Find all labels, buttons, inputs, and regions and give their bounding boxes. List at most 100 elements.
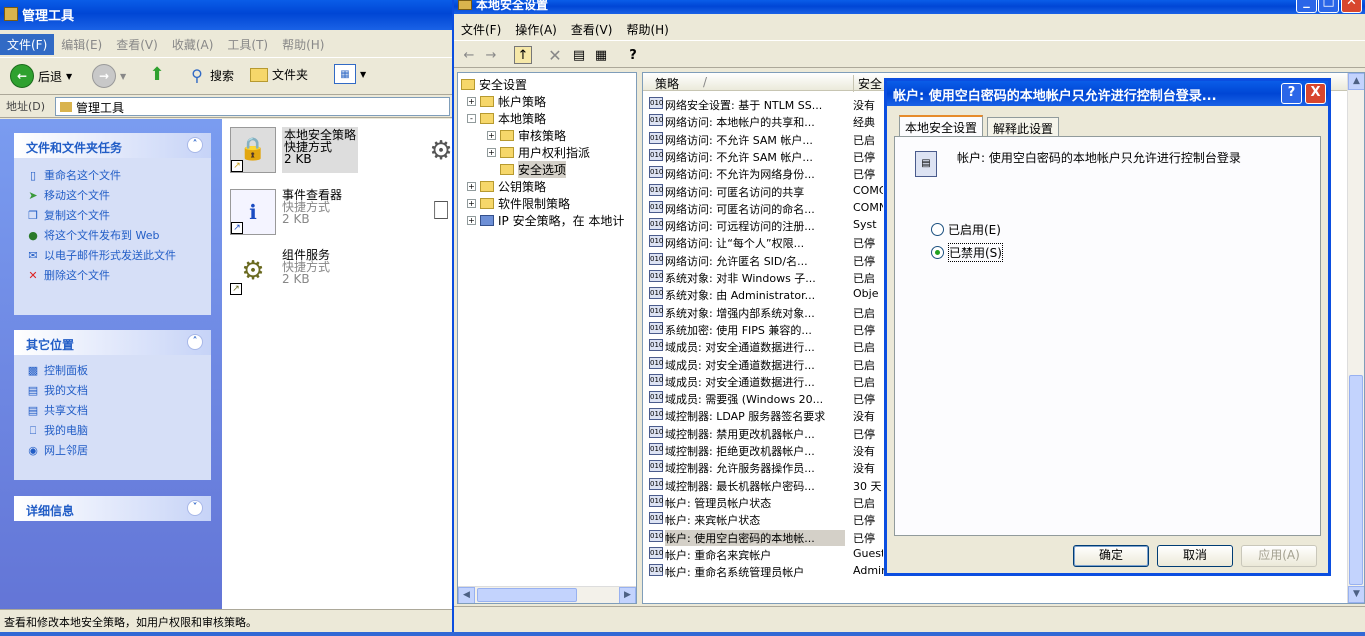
back-button[interactable]: ← 后退 ▼	[10, 64, 72, 88]
secpol-menu-help[interactable]: 帮助(H)	[619, 19, 675, 40]
up-folder-icon[interactable]: ↑	[514, 46, 532, 64]
place-my-computer[interactable]: ⎕ 我的电脑	[14, 423, 211, 438]
place-shared-documents[interactable]: ▤ 共享文档	[14, 403, 211, 418]
menu-edit[interactable]: 编辑(E)	[54, 34, 109, 55]
tab-local-security-setting[interactable]: 本地安全设置	[899, 115, 984, 137]
list-vscrollbar[interactable]: ▲ ▼	[1347, 73, 1364, 603]
expand-icon[interactable]: +	[467, 199, 476, 208]
secpol-menu-view[interactable]: 查看(V)	[564, 19, 620, 40]
folder-icon	[480, 181, 494, 192]
address-field[interactable]: 管理工具	[55, 97, 450, 116]
task-copy[interactable]: ❐ 复制这个文件	[14, 208, 211, 223]
file-partial-1[interactable]: ⚙	[418, 129, 452, 175]
tree-node-user-rights[interactable]: + 用户权利指派	[487, 144, 590, 161]
forward-arrow-icon[interactable]: →	[482, 46, 500, 64]
expand-icon[interactable]: +	[487, 131, 496, 140]
tree-node-local-policy[interactable]: - 本地策略	[467, 110, 546, 127]
menu-help[interactable]: 帮助(H)	[275, 34, 331, 55]
place-control-panel[interactable]: ▩ 控制面板	[14, 363, 211, 378]
policy-item-icon: 010	[649, 183, 664, 196]
cancel-button[interactable]: 取消	[1157, 545, 1233, 567]
collapse-icon[interactable]: -	[467, 114, 476, 123]
expand-icon[interactable]: +	[467, 97, 476, 106]
file-tasks-header[interactable]: 文件和文件夹任务 ˄	[14, 133, 211, 158]
maximize-button[interactable]: □	[1318, 0, 1339, 13]
back-arrow-icon[interactable]: ←	[460, 46, 478, 64]
policy-item-icon: 010	[649, 270, 664, 282]
dropdown-arrow-icon: ▼	[66, 71, 73, 81]
close-button[interactable]: ✕	[1341, 0, 1362, 13]
secpol-title-bar[interactable]: 本地安全设置 _ □ ✕	[454, 0, 1365, 14]
folders-button[interactable]: 文件夹	[250, 66, 308, 83]
column-policy[interactable]: 策略	[655, 75, 679, 92]
place-my-documents[interactable]: ▤ 我的文档	[14, 383, 211, 398]
scroll-thumb[interactable]	[1349, 375, 1363, 585]
file-partial-2[interactable]: ⎕	[418, 189, 452, 235]
file-event-viewer[interactable]: ℹ ↗ 事件查看器 快捷方式 2 KB	[230, 189, 342, 235]
help-icon[interactable]: ?	[624, 46, 642, 64]
tree-node-account-policy[interactable]: + 帐户策略	[467, 93, 546, 110]
tree-node-security-settings[interactable]: 安全设置	[461, 76, 527, 93]
tree-node-security-options[interactable]: 安全选项	[500, 161, 567, 178]
task-publish-web[interactable]: ● 将这个文件发布到 Web	[14, 228, 211, 243]
menu-tools[interactable]: 工具(T)	[220, 34, 275, 55]
search-button[interactable]: ⚲ 搜索	[188, 66, 234, 85]
collapse-icon[interactable]: ˄	[187, 137, 203, 153]
ok-button[interactable]: 确定	[1073, 545, 1149, 567]
task-rename[interactable]: ▯ 重命名这个文件	[14, 168, 211, 183]
scroll-up-icon[interactable]: ▲	[1348, 73, 1364, 90]
documents-icon: ▤	[27, 384, 39, 397]
radio-enabled[interactable]: 已启用(E)	[931, 221, 1001, 238]
tree-node-ip-security[interactable]: + IP 安全策略，在 本地计	[467, 212, 624, 229]
task-email[interactable]: ✉ 以电子邮件形式发送此文件	[14, 248, 211, 263]
secpol-title: 本地安全设置	[476, 0, 549, 12]
expand-icon[interactable]: +	[467, 216, 476, 225]
scroll-down-icon[interactable]: ▼	[1348, 586, 1364, 603]
gear-icon: ⚙	[429, 136, 452, 166]
secpol-app-icon	[458, 0, 472, 10]
tree-node-public-key[interactable]: + 公钥策略	[467, 178, 546, 195]
collapse-icon[interactable]: ˄	[187, 334, 203, 350]
views-button[interactable]: ▦ ▼	[334, 64, 366, 84]
task-delete[interactable]: ✕ 删除这个文件	[14, 268, 211, 283]
scroll-right-icon[interactable]: ▶	[619, 587, 636, 603]
secpol-menu-action[interactable]: 操作(A)	[508, 19, 564, 40]
policy-name: 网络访问: 不允许 SAM 帐户...	[665, 133, 813, 147]
properties-icon[interactable]: ▤	[570, 46, 588, 64]
policy-name: 网络访问: 本地帐户的共享和...	[665, 116, 815, 130]
scroll-left-icon[interactable]: ◀	[458, 587, 475, 603]
help-button[interactable]: ?	[1281, 83, 1302, 104]
tree-hscrollbar[interactable]: ◀ ▶	[458, 586, 636, 603]
dialog-close-button[interactable]: X	[1305, 83, 1326, 104]
menu-view[interactable]: 查看(V)	[109, 34, 165, 55]
expand-icon[interactable]: +	[467, 182, 476, 191]
policy-name: 网络访问: 可远程访问的注册...	[665, 220, 815, 234]
up-folder-button[interactable]: ⬆	[148, 64, 166, 85]
task-move[interactable]: ➤ 移动这个文件	[14, 188, 211, 203]
minimize-button[interactable]: _	[1296, 0, 1317, 13]
folder-icon	[500, 147, 514, 158]
tree-node-software-restriction[interactable]: + 软件限制策略	[467, 195, 570, 212]
apply-button[interactable]: 应用(A)	[1241, 545, 1317, 567]
export-icon[interactable]: ▦	[592, 46, 610, 64]
dialog-title-bar[interactable]: 帐户: 使用空白密码的本地帐户只允许进行控制台登录... ? X	[887, 81, 1328, 106]
tree-node-audit-policy[interactable]: + 审核策略	[487, 127, 566, 144]
forward-button[interactable]: → ▼	[92, 64, 126, 88]
other-places-header[interactable]: 其它位置 ˄	[14, 330, 211, 355]
file-component-services[interactable]: ⚙ ↗ 组件服务 快捷方式 2 KB	[230, 249, 330, 295]
tab-explain-setting[interactable]: 解释此设置	[987, 117, 1060, 137]
expand-icon[interactable]: ˅	[187, 500, 203, 516]
policy-name: 帐户: 使用空白密码的本地帐...	[665, 529, 845, 546]
expand-icon[interactable]: +	[487, 148, 496, 157]
scroll-thumb[interactable]	[477, 588, 577, 602]
admin-title-bar[interactable]: 管理工具	[0, 0, 452, 30]
menu-file[interactable]: 文件(F)	[0, 34, 55, 55]
menu-favorites[interactable]: 收藏(A)	[165, 34, 221, 55]
column-setting[interactable]: 安全	[853, 75, 882, 92]
secpol-menu-file[interactable]: 文件(F)	[454, 19, 508, 40]
file-local-security-policy[interactable]: 🔒 ↗ 本地安全策略 快捷方式 2 KB	[230, 127, 359, 173]
radio-disabled[interactable]: 已禁用(S)	[931, 243, 1003, 262]
place-network[interactable]: ◉ 网上邻居	[14, 443, 211, 458]
details-header[interactable]: 详细信息 ˅	[14, 496, 211, 521]
delete-icon[interactable]: ✕	[546, 46, 564, 65]
